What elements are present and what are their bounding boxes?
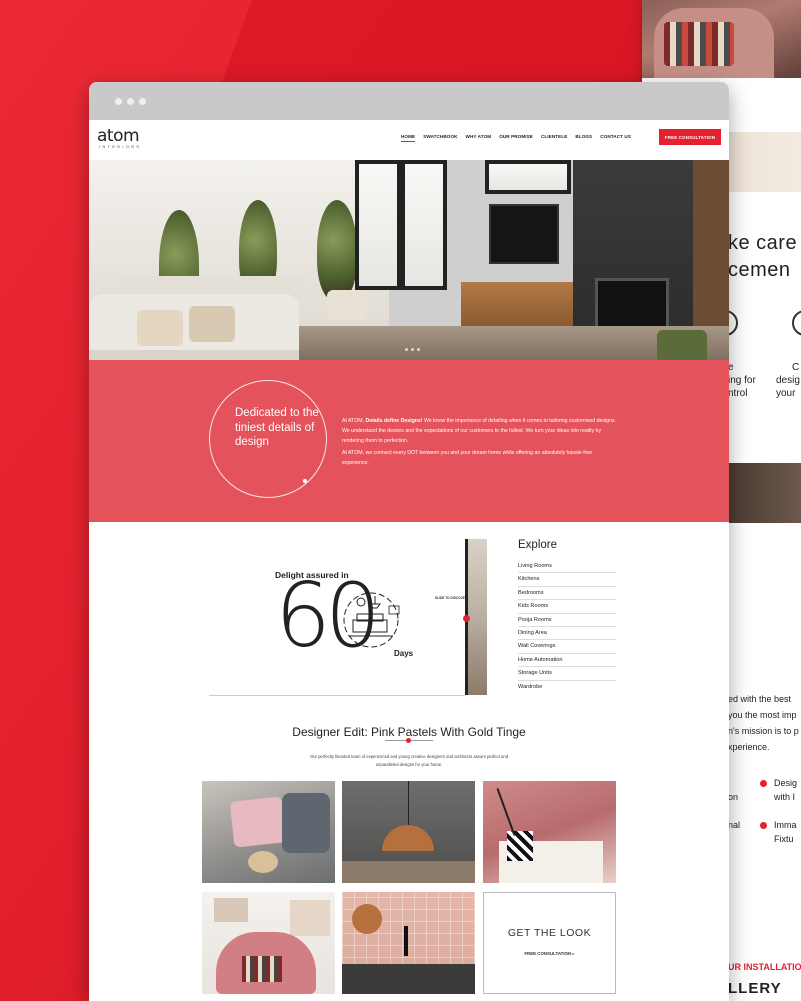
carousel-dots[interactable]	[405, 348, 420, 351]
bullet-dot	[760, 780, 767, 787]
background-text: ntrol	[728, 388, 748, 399]
main-menu: HOME SWATCHBOOK WHY ATOM OUR PROMISE CLI…	[401, 134, 639, 142]
arrow-right-icon: ▸	[572, 951, 575, 956]
background-text: your	[776, 388, 796, 399]
free-consultation-button[interactable]: FREE CONSULTATION	[659, 129, 721, 145]
intro-bold-text: Details define Designs!	[365, 418, 423, 424]
get-the-look-title: GET THE LOOK	[507, 927, 592, 939]
gallery-tile-kitchen-sink[interactable]	[342, 892, 475, 994]
intro-section: Dedicated to the tiniest details of desi…	[89, 360, 729, 522]
gallery-tile-pillows[interactable]	[202, 781, 335, 883]
explore-item-dining-area[interactable]: Dining Area	[518, 627, 616, 641]
hero-image	[89, 160, 729, 360]
background-feature-icon	[792, 310, 801, 336]
explore-item-kids-rooms[interactable]: Kids Rooms	[518, 600, 616, 614]
circle-dot	[303, 479, 307, 483]
window-control-dot[interactable]	[115, 97, 122, 105]
nav-home[interactable]: HOME	[401, 134, 416, 142]
explore-item-storage-units[interactable]: Storage Units	[518, 667, 616, 681]
site-header: atom INTERIORS HOME SWATCHBOOK WHY ATOM …	[89, 120, 729, 160]
get-the-look-card[interactable]: GET THE LOOK FREE CONSULTATION ▸	[483, 892, 616, 994]
designer-edit-subtitle: Our perfectly blended team of experience…	[309, 754, 509, 767]
background-text: nal	[728, 820, 741, 830]
background-text: Desig	[774, 778, 798, 788]
intro-tagline: Dedicated to the tiniest details of desi…	[235, 407, 319, 448]
background-install-label: UR INSTALLATIO	[728, 962, 801, 972]
explore-item-home-automation[interactable]: Home Automation	[518, 654, 616, 668]
bullet-dot	[760, 822, 767, 829]
slide-guide: SLIDE TO DISCOVER	[435, 596, 468, 600]
gallery-tile-pendant-lamp[interactable]	[342, 781, 475, 883]
window-control-dot[interactable]	[127, 97, 134, 105]
background-text: Imma	[774, 820, 797, 830]
title-underline-dot	[406, 738, 411, 743]
background-text: ed with the best	[728, 694, 792, 704]
nav-clientele[interactable]: CLIENTELE	[541, 134, 567, 142]
gallery-tile-pink-bedroom[interactable]	[483, 781, 616, 883]
explore-item-bedrooms[interactable]: Bedrooms	[518, 587, 616, 601]
background-text: Fixtu	[774, 834, 794, 844]
background-text: C	[792, 362, 800, 373]
atom-logo[interactable]: atom	[97, 126, 140, 146]
nav-why-atom[interactable]: WHY ATOM	[466, 134, 492, 142]
nav-swatchbook[interactable]: SWATCHBOOK	[423, 134, 457, 142]
background-heading-line1: ke care	[728, 232, 798, 254]
explore-item-pooja-rooms[interactable]: Pooja Rooms	[518, 614, 616, 627]
armchair-photo	[642, 0, 801, 78]
background-text: xperience.	[728, 742, 770, 752]
window-control-dot[interactable]	[139, 97, 146, 105]
explore-item-wall-coverings[interactable]: Wall Coverings	[518, 640, 616, 654]
background-text: desig	[776, 375, 800, 386]
background-gallery-label: LLERY	[728, 980, 782, 997]
logo-subtitle: INTERIORS	[99, 145, 142, 149]
intro-paragraph: At ATOM, Details define Designs! We know…	[342, 416, 620, 468]
background-text: on	[728, 792, 739, 802]
get-the-look-cta[interactable]: FREE CONSULTATION	[524, 951, 571, 956]
designer-edit-title: Designer Edit: Pink Pastels With Gold Ti…	[292, 725, 526, 739]
nav-blogs[interactable]: BLOGS	[575, 134, 592, 142]
intro-text: At ATOM,	[342, 418, 366, 424]
background-text: ing for	[728, 375, 756, 386]
background-heading-line2: cemen	[728, 259, 791, 281]
divider	[209, 695, 465, 696]
nav-our-promise[interactable]: OUR PROMISE	[499, 134, 533, 142]
intro-text: At ATOM, we connect every DOT between yo…	[342, 450, 593, 466]
explore-list: Living Rooms Kitchens Bedrooms Kids Room…	[518, 560, 616, 694]
background-text: you the most imp	[728, 710, 797, 720]
gallery-tile-pink-armchair[interactable]	[202, 892, 335, 994]
background-photo-dark	[728, 463, 801, 523]
background-text: with I	[774, 792, 796, 802]
slider-handle[interactable]	[463, 615, 470, 622]
get-the-look-link[interactable]: FREE CONSULTATION ▸	[484, 951, 615, 957]
room-illustration-icon	[343, 592, 400, 648]
explore-section: Delight assured in 60 Days SLIDE TO DISC…	[89, 522, 729, 702]
background-text: n's mission is to p	[728, 726, 799, 736]
days-label: Days	[394, 649, 414, 658]
browser-titlebar	[89, 82, 729, 120]
explore-item-kitchens[interactable]: Kitchens	[518, 573, 616, 587]
explore-item-wardrobe[interactable]: Wardrobe	[518, 681, 616, 694]
explore-item-living-rooms[interactable]: Living Rooms	[518, 560, 616, 574]
nav-contact-us[interactable]: CONTACT US	[600, 134, 631, 142]
explore-title: Explore	[518, 539, 557, 551]
